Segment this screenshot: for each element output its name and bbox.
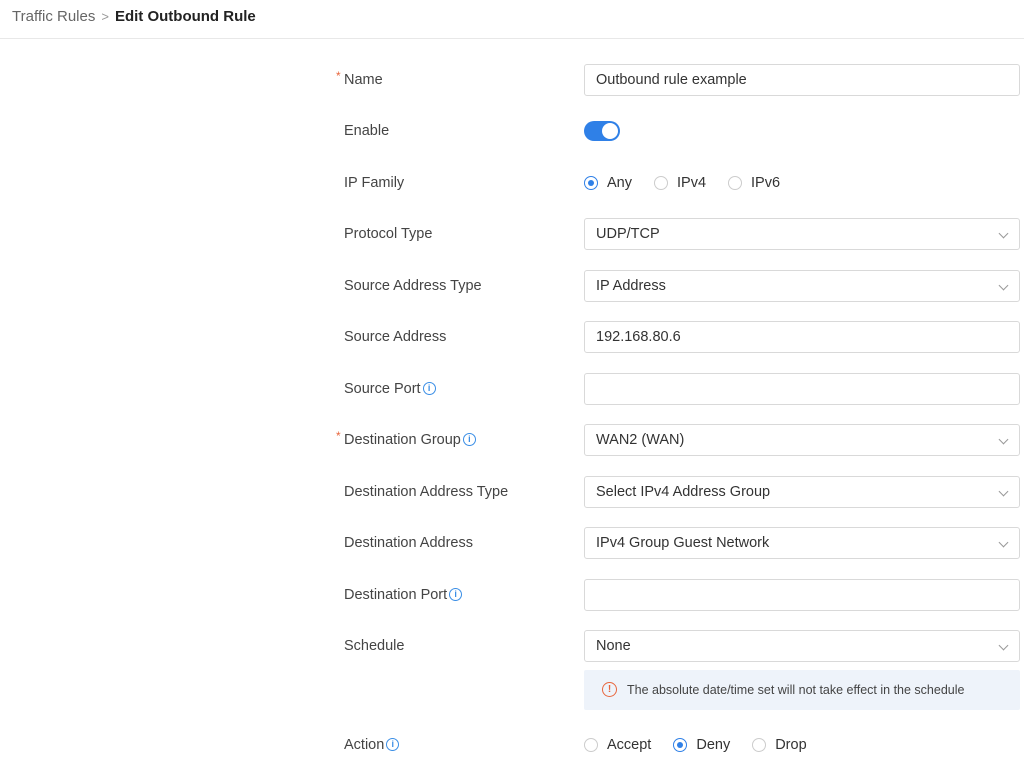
schedule-select[interactable]: None: [584, 630, 1020, 662]
breadcrumb: Traffic Rules > Edit Outbound Rule: [12, 8, 256, 25]
destination-group-value: WAN2 (WAN): [596, 432, 685, 448]
chevron-down-icon: [998, 537, 1009, 548]
protocol-type-label: Protocol Type: [344, 226, 433, 242]
destination-group-row: * Destination Group i WAN2 (WAN): [0, 424, 1024, 456]
schedule-notice-text: The absolute date/time set will not take…: [627, 683, 965, 697]
destination-address-label: Destination Address: [344, 535, 473, 551]
destination-address-select[interactable]: IPv4 Group Guest Network: [584, 527, 1020, 559]
breadcrumb-separator-icon: >: [101, 9, 109, 24]
page-title: Edit Outbound Rule: [114, 8, 256, 25]
source-address-label: Source Address: [344, 329, 447, 345]
ip-family-row: IP Family Any IPv4 IPv6: [0, 167, 1024, 199]
info-icon[interactable]: i: [422, 381, 436, 395]
action-option-deny[interactable]: Deny: [673, 737, 730, 753]
schedule-value: None: [596, 638, 631, 654]
radio-label: IPv6: [751, 175, 781, 191]
destination-address-type-value: Select IPv4 Address Group: [596, 484, 771, 500]
destination-group-label: Destination Group: [344, 432, 461, 448]
name-input[interactable]: Outbound rule example: [584, 64, 1020, 96]
radio-label: Drop: [775, 737, 807, 753]
destination-group-label-wrap: Destination Group i: [344, 424, 476, 456]
action-option-accept[interactable]: Accept: [584, 737, 651, 753]
source-port-input[interactable]: [584, 373, 1020, 405]
source-address-input[interactable]: 192.168.80.6: [584, 321, 1020, 353]
chevron-down-icon: [998, 228, 1009, 239]
source-address-row: Source Address 192.168.80.6: [0, 321, 1024, 353]
enable-label: Enable: [344, 123, 390, 139]
radio-unselected-icon: [728, 176, 743, 190]
radio-label: Any: [607, 175, 632, 191]
chevron-down-icon: [998, 434, 1009, 445]
info-icon[interactable]: i: [462, 432, 476, 446]
breadcrumb-traffic-rules-link[interactable]: Traffic Rules: [12, 8, 95, 25]
info-icon[interactable]: i: [449, 587, 463, 601]
protocol-type-row: Protocol Type UDP/TCP: [0, 218, 1024, 250]
schedule-label: Schedule: [344, 638, 405, 654]
required-marker: *: [336, 69, 341, 83]
destination-address-value: IPv4 Group Guest Network: [596, 535, 770, 551]
name-label: Name: [344, 72, 383, 88]
warning-icon: !: [602, 682, 617, 697]
name-row: * Name Outbound rule example: [0, 64, 1024, 96]
destination-address-type-select[interactable]: Select IPv4 Address Group: [584, 476, 1020, 508]
source-address-type-row: Source Address Type IP Address: [0, 270, 1024, 302]
action-option-drop[interactable]: Drop: [752, 737, 807, 753]
enable-toggle[interactable]: [584, 121, 620, 141]
ip-family-option-ipv6[interactable]: IPv6: [728, 175, 780, 191]
radio-selected-icon: [673, 738, 688, 752]
source-address-type-select[interactable]: IP Address: [584, 270, 1020, 302]
protocol-type-select[interactable]: UDP/TCP: [584, 218, 1020, 250]
radio-selected-icon: [584, 176, 598, 190]
schedule-row: Schedule None: [0, 630, 1024, 662]
chevron-down-icon: [998, 640, 1009, 651]
source-address-type-label: Source Address Type: [344, 278, 482, 294]
destination-address-row: Destination Address IPv4 Group Guest Net…: [0, 527, 1024, 559]
destination-group-select[interactable]: WAN2 (WAN): [584, 424, 1020, 456]
destination-port-input[interactable]: [584, 579, 1020, 611]
destination-port-label-wrap: Destination Port i: [344, 579, 463, 611]
destination-port-label: Destination Port: [344, 587, 448, 603]
action-radio-group: Accept Deny Drop: [584, 729, 829, 761]
destination-port-row: Destination Port i: [0, 579, 1024, 611]
ip-family-option-ipv4[interactable]: IPv4: [654, 175, 706, 191]
ip-family-option-any[interactable]: Any: [584, 175, 632, 191]
radio-label: Accept: [607, 737, 652, 753]
protocol-type-value: UDP/TCP: [596, 226, 660, 242]
destination-address-type-row: Destination Address Type Select IPv4 Add…: [0, 476, 1024, 508]
source-address-type-value: IP Address: [596, 278, 666, 294]
destination-address-type-label: Destination Address Type: [344, 484, 509, 500]
radio-label: Deny: [696, 737, 731, 753]
schedule-notice: ! The absolute date/time set will not ta…: [584, 670, 1020, 710]
radio-unselected-icon: [752, 738, 767, 752]
action-row: Action i Accept Deny Drop: [0, 729, 1024, 761]
toggle-knob: [602, 123, 618, 139]
radio-unselected-icon: [584, 738, 598, 752]
source-port-row: Source Port i: [0, 373, 1024, 405]
ip-family-radio-group: Any IPv4 IPv6: [584, 167, 802, 199]
source-port-label-wrap: Source Port i: [344, 373, 436, 405]
action-label-wrap: Action i: [344, 729, 400, 761]
radio-label: IPv4: [677, 175, 707, 191]
required-marker: *: [336, 429, 341, 443]
chevron-down-icon: [998, 280, 1009, 291]
ip-family-label: IP Family: [344, 175, 405, 191]
name-input-value: Outbound rule example: [596, 72, 747, 88]
radio-unselected-icon: [654, 176, 668, 190]
source-address-value: 192.168.80.6: [596, 329, 681, 345]
page-header: Traffic Rules > Edit Outbound Rule: [0, 0, 1024, 39]
info-icon[interactable]: i: [386, 737, 400, 751]
source-port-label: Source Port: [344, 381, 421, 397]
chevron-down-icon: [998, 486, 1009, 497]
enable-row: Enable: [0, 115, 1024, 147]
action-label: Action: [344, 737, 385, 753]
